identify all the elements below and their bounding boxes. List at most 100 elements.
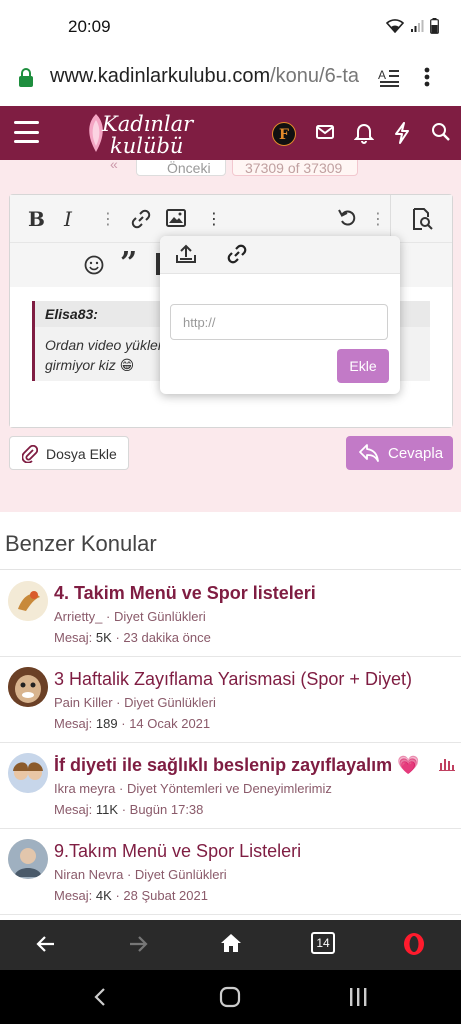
status-time: 20:09	[68, 17, 111, 36]
similar-threads: Benzer Konular 4. Takim Menü ve Spor lis…	[0, 512, 461, 920]
thread-title[interactable]: 4. Takim Menü ve Spor listeleri	[54, 583, 316, 604]
battery-icon	[430, 18, 439, 34]
status-icons	[386, 18, 439, 34]
home-icon[interactable]	[220, 933, 242, 953]
thread-forum[interactable]: Diyet Günlükleri	[135, 867, 227, 882]
reply-icon	[359, 444, 379, 462]
pagination-strip: « Önceki 37309 of 37309	[0, 160, 461, 186]
url-text[interactable]: www.kadinlarkulubu.com/konu/6-ta	[50, 65, 370, 88]
thread-meta: Niran Nevra · Diyet Günlükleri	[54, 867, 227, 882]
site-header: Kadınlar kulübü F	[0, 106, 461, 160]
svg-text:A: A	[378, 68, 386, 82]
thread-replies-label: Mesaj:	[54, 716, 93, 731]
thread-stats: Mesaj: 189 · 14 Ocak 2021	[54, 716, 211, 731]
browser-url-bar[interactable]: www.kadinlarkulubu.com/konu/6-ta A	[0, 56, 461, 106]
thread-meta: Arrietty_ · Diyet Günlükleri	[54, 609, 206, 624]
page-range[interactable]: 37309 of 37309	[232, 160, 358, 176]
thread-item[interactable]: İf diyeti ile sağlıklı beslenip zayıflay…	[0, 743, 461, 829]
thread-item[interactable]: 9.Takım Menü ve Spor Listeleri Niran Nev…	[0, 829, 461, 915]
nav-recents-icon[interactable]	[348, 987, 368, 1007]
forward-icon[interactable]	[128, 934, 148, 954]
thread-forum[interactable]: Diyet Günlükleri	[114, 609, 206, 624]
insert-button[interactable]: Ekle	[337, 349, 389, 383]
url-input[interactable]: http://	[170, 304, 388, 340]
bell-icon[interactable]	[354, 122, 374, 144]
mail-icon[interactable]	[315, 122, 335, 142]
wifi-icon	[386, 19, 404, 33]
user-avatar[interactable]: F	[272, 122, 296, 146]
thread-time: 28 Şubat 2021	[123, 888, 208, 903]
attach-file-label: Dosya Ekle	[46, 446, 117, 462]
logo-line-1: Kadınlar	[102, 112, 194, 136]
attach-file-button[interactable]: Dosya Ekle	[9, 436, 129, 470]
poll-icon	[439, 759, 455, 771]
image-icon[interactable]	[166, 209, 186, 227]
paperclip-icon	[22, 445, 38, 463]
thread-author[interactable]: Pain Killer	[54, 695, 113, 710]
browser-bottom-bar: 14	[0, 920, 461, 970]
thread-item[interactable]: 3 Haftalik Zayıflama Yarismasi (Spor + D…	[0, 657, 461, 743]
emoji-icon[interactable]	[84, 255, 104, 275]
more-options-editor-icon[interactable]: ⋮	[370, 209, 386, 229]
thread-avatar[interactable]	[8, 839, 48, 879]
thread-replies: 4K	[95, 888, 112, 903]
thread-replies: 5K	[95, 630, 112, 645]
url-domain: www.kadinlarkulubu.com	[50, 65, 271, 87]
prev-page-button[interactable]: Önceki	[136, 160, 226, 176]
more-insert-icon[interactable]: ⋮	[206, 209, 222, 229]
quote-icon[interactable]: ”	[120, 249, 137, 279]
signal-icon	[411, 20, 424, 32]
similar-threads-heading: Benzer Konular	[0, 512, 461, 570]
thread-forum[interactable]: Diyet Günlükleri	[124, 695, 216, 710]
bold-icon[interactable]: B	[28, 207, 45, 231]
link-icon[interactable]	[131, 209, 151, 229]
thread-stats: Mesaj: 4K · 28 Şubat 2021	[54, 888, 208, 903]
insert-link-popup: http:// Ekle	[160, 236, 400, 394]
thread-author[interactable]: Niran Nevra	[54, 867, 123, 882]
nav-home-icon[interactable]	[219, 986, 241, 1008]
thread-replies-label: Mesaj:	[54, 802, 93, 817]
site-logo[interactable]: Kadınlar kulübü	[82, 110, 194, 158]
thread-replies: 11K	[95, 802, 119, 817]
thread-author[interactable]: Ikra meyra	[54, 781, 115, 796]
first-page-icon[interactable]: «	[110, 160, 118, 172]
thread-replies: 189	[95, 716, 118, 731]
back-icon[interactable]	[36, 934, 56, 954]
reply-label: Cevapla	[388, 445, 444, 462]
thread-forum[interactable]: Diyet Yöntemleri ve Deneyimlerimiz	[127, 781, 332, 796]
lock-icon	[19, 68, 33, 87]
menu-icon[interactable]	[14, 121, 39, 143]
thread-time: Bugün 17:38	[129, 802, 204, 817]
thread-avatar[interactable]	[8, 667, 48, 707]
opera-menu-icon[interactable]	[403, 932, 425, 956]
reply-button[interactable]: Cevapla	[346, 436, 453, 470]
thread-title[interactable]: İf diyeti ile sağlıklı beslenip zayıflay…	[54, 755, 420, 776]
nav-back-icon[interactable]	[93, 987, 107, 1007]
system-nav-bar	[0, 970, 461, 1024]
thread-author[interactable]: Arrietty_	[54, 609, 102, 624]
thread-title[interactable]: 3 Haftalik Zayıflama Yarismasi (Spor + D…	[54, 669, 412, 690]
undo-icon[interactable]	[337, 207, 357, 227]
page-range-label: 37309 of 37309	[245, 160, 343, 176]
thread-avatar[interactable]	[8, 753, 48, 793]
thread-title[interactable]: 9.Takım Menü ve Spor Listeleri	[54, 841, 301, 862]
upload-icon[interactable]	[175, 244, 197, 264]
thread-replies-label: Mesaj:	[54, 888, 93, 903]
bolt-icon[interactable]	[393, 122, 411, 144]
reader-mode-icon[interactable]: A	[378, 66, 400, 88]
thread-meta: Ikra meyra · Diyet Yöntemleri ve Deneyim…	[54, 781, 332, 796]
link-tab-icon[interactable]	[227, 244, 247, 264]
logo-line-2: kulübü	[110, 134, 184, 158]
thread-time: 14 Ocak 2021	[129, 716, 211, 731]
thread-item[interactable]: 4. Takim Menü ve Spor listeleri Arrietty…	[0, 571, 461, 657]
thread-meta: Pain Killer · Diyet Günlükleri	[54, 695, 216, 710]
more-options-icon[interactable]	[424, 66, 430, 88]
tabs-counter[interactable]: 14	[311, 932, 335, 954]
more-text-icon[interactable]: ⋮	[100, 209, 116, 229]
thread-stats: Mesaj: 5K · 23 dakika önce	[54, 630, 211, 645]
italic-icon[interactable]: I	[64, 207, 72, 231]
search-icon[interactable]	[431, 122, 451, 142]
preview-icon[interactable]	[411, 208, 433, 230]
status-bar: 20:09	[0, 0, 461, 56]
thread-avatar[interactable]	[8, 581, 48, 621]
